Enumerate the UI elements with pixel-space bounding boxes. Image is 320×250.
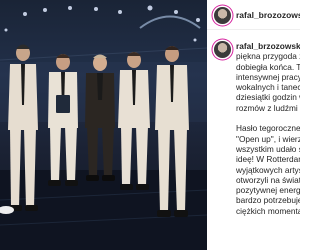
post-side-panel: rafal_brozozowski_official rafal_brzozow…: [207, 0, 300, 250]
caption-line: rozmów z ludźmi z całeg: [236, 102, 300, 113]
caption-line: ciężkich momentach.: [236, 205, 300, 216]
caption-line: ideę! W Rotterdamie po: [236, 154, 300, 165]
caption-paragraph-gap: [236, 113, 300, 123]
post-username[interactable]: rafal_brozozowski_official: [236, 10, 300, 20]
group-photo-image: [0, 5, 207, 250]
post-photo[interactable]: [0, 0, 207, 250]
caption-line: otworzyli na świat, pek: [236, 174, 300, 185]
caption-line: wokalnych i tanecznych: [236, 82, 300, 93]
caption-line: intensywnej pracy. Nie t: [236, 71, 300, 82]
caption-line: dobiegła końca. To były: [236, 61, 300, 72]
caption-avatar[interactable]: [214, 41, 231, 58]
caption-line: "Open up", i wierzę, że: [236, 133, 300, 144]
caption-line: pozytywnej energii, któr: [236, 185, 300, 196]
caption-line: bardzo potrzebujemy w: [236, 195, 300, 206]
caption-line: wszystkim udało się zwr: [236, 143, 300, 154]
caption-line: Hasło tegorocznego ko: [236, 123, 300, 134]
post-caption: rafal_brzozowski_official piękna przygod…: [236, 41, 300, 216]
caption-line: wyjątkowych artystów, i: [236, 164, 300, 175]
caption-line: dziesiątki godzin wywia: [236, 92, 300, 103]
caption-line: piękna przygoda z Euro: [236, 51, 300, 62]
post-header: rafal_brozozowski_official: [207, 0, 300, 30]
caption-username[interactable]: rafal_brzozowski_official: [236, 41, 300, 51]
avatar[interactable]: [214, 7, 231, 24]
